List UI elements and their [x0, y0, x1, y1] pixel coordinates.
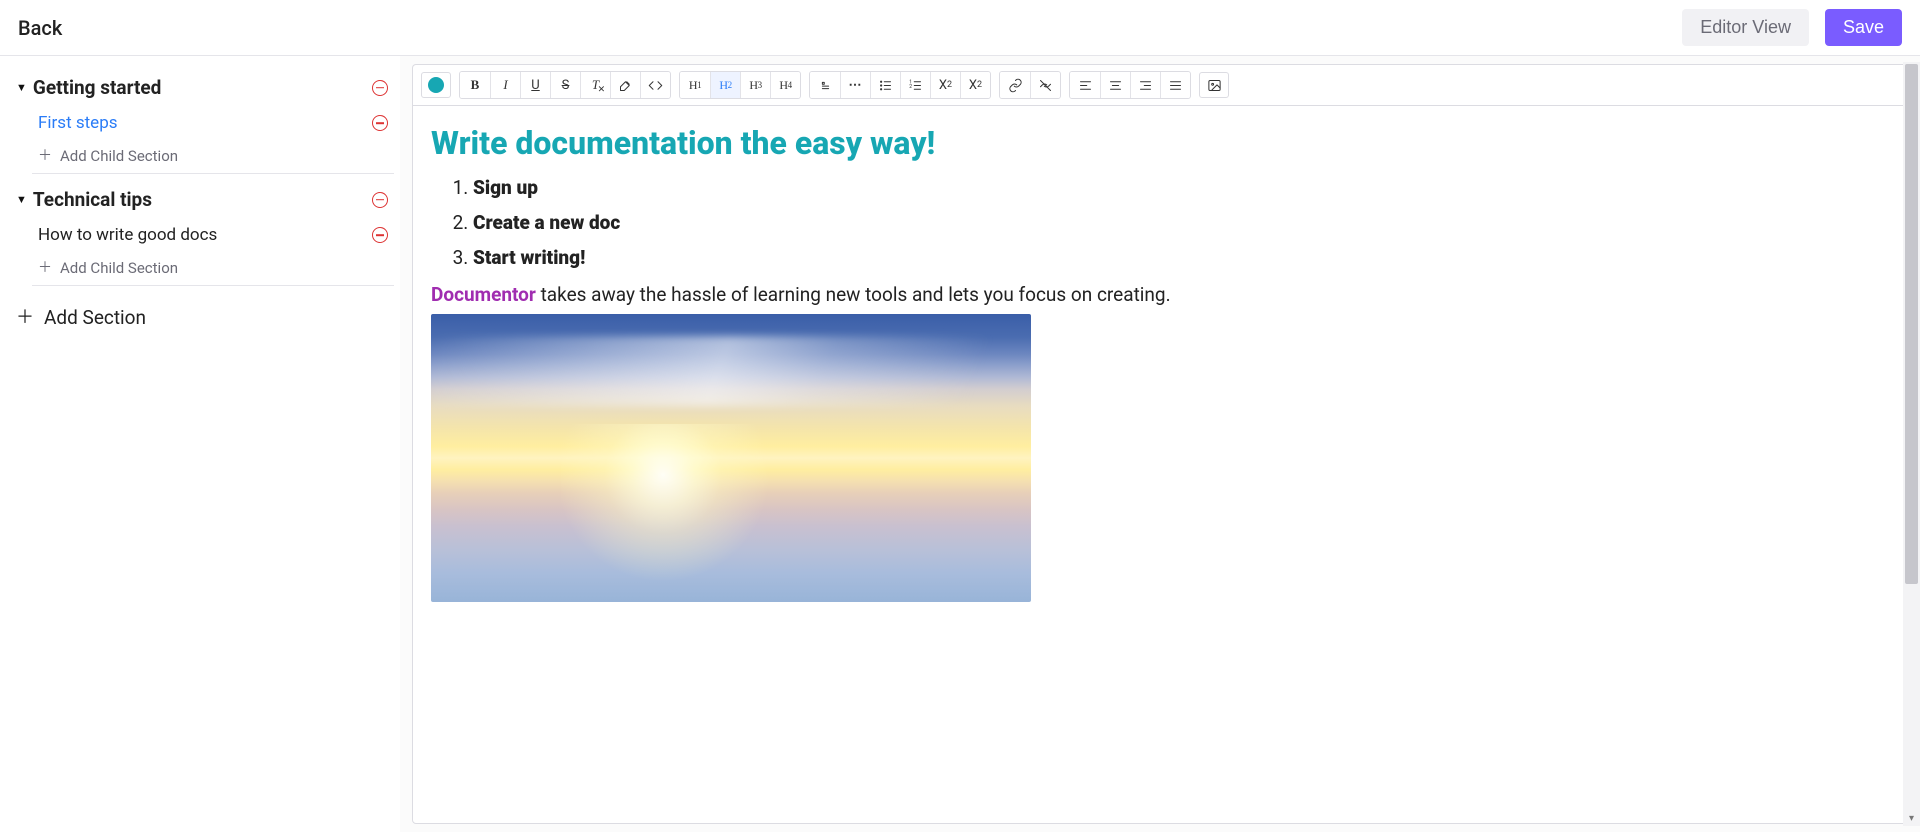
image-button[interactable]: [1199, 72, 1229, 98]
save-button[interactable]: Save: [1825, 9, 1902, 46]
scrollbar-thumb[interactable]: [1905, 64, 1918, 584]
blockquote-button[interactable]: [810, 72, 840, 98]
list-item: Create a new doc: [473, 211, 1895, 234]
add-section-button[interactable]: ＋ Add Section: [10, 292, 394, 343]
editor-toolbar: B I U S T✕ H1 H2 H3 H4: [412, 64, 1914, 105]
plus-icon: ＋: [38, 261, 52, 275]
sidebar-item-label: How to write good docs: [38, 225, 217, 245]
main-layout: ▼ Getting started First steps ＋ Add Chil…: [0, 56, 1920, 832]
format-group: B I U S T✕: [459, 71, 671, 99]
list-item: Sign up: [473, 176, 1895, 199]
ul-icon: [878, 78, 893, 93]
unlink-icon: [1038, 78, 1053, 93]
align-justify-icon: [1168, 78, 1183, 93]
link-group: [999, 71, 1061, 99]
clear-format-button[interactable]: T✕: [580, 72, 610, 98]
subscript-button[interactable]: X2: [930, 72, 960, 98]
quote-icon: [818, 78, 833, 93]
editor-view-button[interactable]: Editor View: [1682, 9, 1809, 46]
block-group: ⋯ 12 X2 X2: [809, 71, 991, 99]
caret-down-icon: ▼: [16, 193, 27, 206]
sidebar: ▼ Getting started First steps ＋ Add Chil…: [0, 56, 400, 832]
list-item: Start writing!: [473, 246, 1895, 269]
remove-section-icon[interactable]: [372, 192, 388, 208]
link-button[interactable]: [1000, 72, 1030, 98]
editor-wrap: B I U S T✕ H1 H2 H3 H4: [412, 64, 1914, 824]
unlink-button[interactable]: [1030, 72, 1060, 98]
add-child-section[interactable]: ＋ Add Child Section: [32, 139, 394, 174]
align-group: [1069, 71, 1191, 99]
svg-text:2: 2: [909, 84, 912, 90]
align-left-button[interactable]: [1070, 72, 1100, 98]
add-section-label: Add Section: [44, 306, 146, 329]
back-button[interactable]: Back: [18, 16, 62, 40]
remove-section-icon[interactable]: [372, 80, 388, 96]
code-icon: [648, 78, 663, 93]
section-title: Getting started: [33, 76, 162, 99]
strikethrough-button[interactable]: S: [550, 72, 580, 98]
align-right-icon: [1138, 78, 1153, 93]
section-header[interactable]: ▼ Getting started: [10, 68, 394, 107]
editor-column: B I U S T✕ H1 H2 H3 H4: [400, 56, 1920, 832]
doc-image: [431, 314, 1031, 602]
heading-group: H1 H2 H3 H4: [679, 71, 801, 99]
remove-child-icon[interactable]: [372, 227, 388, 243]
plus-icon: ＋: [38, 149, 52, 163]
align-center-icon: [1108, 78, 1123, 93]
sidebar-section-technical-tips: ▼ Technical tips How to write good docs …: [10, 180, 394, 286]
link-icon: [1008, 78, 1023, 93]
top-bar: Back Editor View Save: [0, 0, 1920, 56]
h3-button[interactable]: H3: [740, 72, 770, 98]
highlight-icon: [618, 78, 633, 93]
align-right-button[interactable]: [1130, 72, 1160, 98]
code-button[interactable]: [640, 72, 670, 98]
vertical-scrollbar[interactable]: ▾: [1903, 62, 1920, 826]
doc-heading: Write documentation the easy way!: [431, 124, 1895, 162]
unordered-list-button[interactable]: [870, 72, 900, 98]
scroll-down-icon[interactable]: ▾: [1903, 813, 1920, 824]
add-child-label: Add Child Section: [60, 147, 178, 165]
editor-body[interactable]: Write documentation the easy way! Sign u…: [412, 105, 1914, 824]
align-left-icon: [1078, 78, 1093, 93]
section-header[interactable]: ▼ Technical tips: [10, 180, 394, 219]
h1-button[interactable]: H1: [680, 72, 710, 98]
sidebar-section-getting-started: ▼ Getting started First steps ＋ Add Chil…: [10, 68, 394, 174]
superscript-button[interactable]: X2: [960, 72, 990, 98]
brand-name: Documentor: [431, 283, 536, 306]
doc-steps-list: Sign up Create a new doc Start writing!: [431, 176, 1895, 269]
align-center-button[interactable]: [1100, 72, 1130, 98]
sidebar-item-how-to-write[interactable]: How to write good docs: [32, 219, 394, 251]
color-swatch-icon: [428, 77, 444, 93]
ol-icon: 12: [908, 78, 923, 93]
section-title: Technical tips: [33, 188, 152, 211]
align-justify-button[interactable]: [1160, 72, 1190, 98]
add-child-label: Add Child Section: [60, 259, 178, 277]
plus-icon: ＋: [16, 309, 34, 327]
caret-down-icon: ▼: [16, 81, 27, 94]
sidebar-item-label: First steps: [38, 113, 118, 133]
sidebar-item-first-steps[interactable]: First steps: [32, 107, 394, 139]
hr-button[interactable]: ⋯: [840, 72, 870, 98]
doc-paragraph: Documentor takes away the hassle of lear…: [431, 283, 1895, 306]
remove-child-icon[interactable]: [372, 115, 388, 131]
h2-button[interactable]: H2: [710, 72, 740, 98]
doc-tagline: takes away the hassle of learning new to…: [536, 283, 1171, 306]
top-actions: Editor View Save: [1682, 9, 1902, 46]
italic-button[interactable]: I: [490, 72, 520, 98]
bold-button[interactable]: B: [460, 72, 490, 98]
highlight-button[interactable]: [610, 72, 640, 98]
image-icon: [1207, 78, 1222, 93]
underline-button[interactable]: U: [520, 72, 550, 98]
h4-button[interactable]: H4: [770, 72, 800, 98]
text-color-button[interactable]: [421, 72, 451, 98]
ordered-list-button[interactable]: 12: [900, 72, 930, 98]
add-child-section[interactable]: ＋ Add Child Section: [32, 251, 394, 286]
